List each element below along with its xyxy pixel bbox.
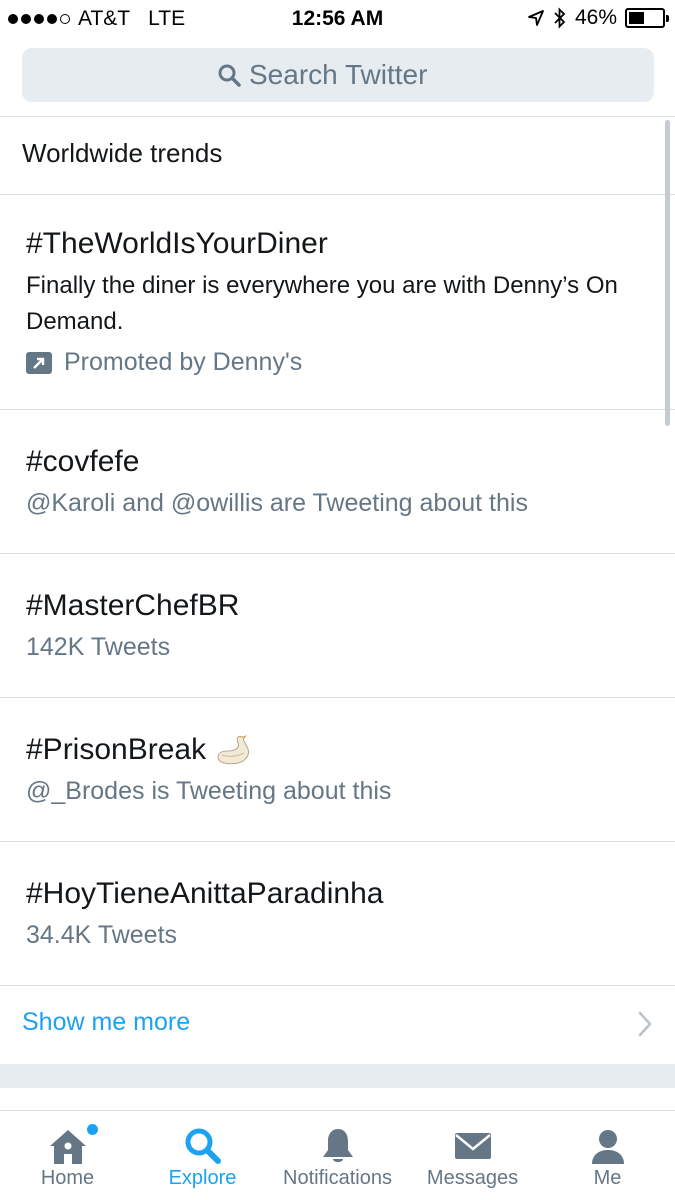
search-icon: [185, 1128, 221, 1164]
home-icon: [49, 1130, 86, 1164]
divider: [0, 116, 675, 117]
trend-name: #covfefe: [26, 445, 140, 478]
divider: [0, 553, 675, 554]
trend-item[interactable]: #covfefe @Karoli and @owillis are Tweeti…: [26, 444, 646, 518]
tab-label: Messages: [426, 1167, 519, 1189]
person-icon: [591, 1130, 624, 1164]
trend-name: #HoyTieneAnittaParadinha: [26, 877, 384, 910]
promoted-label: Promoted by Denny's: [26, 348, 646, 377]
carrier-name: AT&T: [78, 7, 131, 30]
section-separator: [0, 1064, 675, 1088]
promoted-icon: [26, 351, 52, 374]
scrollbar[interactable]: [665, 120, 670, 426]
swan-icon: [217, 735, 250, 765]
divider: [0, 194, 675, 195]
search-bar[interactable]: [22, 48, 654, 102]
status-right: 46%: [527, 6, 669, 30]
trend-description: Finally the diner is everywhere you are …: [26, 272, 618, 335]
trend-name-row: #PrisonBreak: [26, 732, 646, 768]
trend-item[interactable]: #PrisonBreak @_Brodes is Tweeting about …: [26, 732, 646, 806]
tab-messages[interactable]: Messages: [405, 1111, 540, 1200]
trend-name: #PrisonBreak: [26, 733, 207, 766]
tab-explore[interactable]: Explore: [135, 1111, 270, 1200]
status-bar: AT&T LTE 12:56 AM 46%: [0, 0, 675, 38]
trend-item[interactable]: #HoyTieneAnittaParadinha 34.4K Tweets: [26, 876, 646, 950]
trend-meta: 142K Tweets: [26, 633, 171, 661]
chevron-right-icon[interactable]: [637, 1010, 653, 1038]
tab-label: Me: [593, 1167, 622, 1189]
signal-strength-icon: [8, 14, 70, 24]
tab-label: Notifications: [283, 1167, 392, 1189]
trend-meta: @Karoli and @owillis are Tweeting about …: [26, 489, 528, 517]
tab-home[interactable]: Home: [0, 1111, 135, 1200]
tab-label: Home: [40, 1167, 95, 1189]
trend-item[interactable]: #TheWorldIsYourDiner Finally the diner i…: [26, 226, 646, 377]
battery-icon: [625, 8, 669, 28]
trend-name: #TheWorldIsYourDiner: [26, 227, 328, 260]
show-more-link[interactable]: Show me more: [22, 1008, 190, 1037]
promoted-text: Promoted by Denny's: [64, 348, 303, 376]
trend-name: #MasterChefBR: [26, 589, 240, 622]
bell-icon: [322, 1129, 353, 1162]
divider: [0, 697, 675, 698]
section-title: Worldwide trends: [22, 138, 223, 168]
notification-dot: [87, 1124, 98, 1135]
battery-fill: [629, 12, 644, 24]
tab-bar: Home Explore Notifications Messages Me: [0, 1110, 675, 1200]
trend-meta: @_Brodes is Tweeting about this: [26, 777, 392, 805]
trend-meta: 34.4K Tweets: [26, 921, 178, 949]
network-type: LTE: [148, 7, 186, 30]
divider: [0, 985, 675, 986]
explore-screen: AT&T LTE 12:56 AM 46% Search Twitter Wor…: [0, 0, 675, 1200]
trend-item[interactable]: #MasterChefBR 142K Tweets: [26, 588, 646, 662]
bluetooth-icon: [554, 7, 566, 29]
tab-me[interactable]: Me: [540, 1111, 675, 1200]
tab-label: Explore: [168, 1167, 237, 1189]
search-input[interactable]: [249, 59, 459, 91]
battery-percent: 46%: [574, 6, 617, 29]
location-arrow-icon: [528, 10, 544, 26]
divider: [0, 409, 675, 410]
envelope-icon: [454, 1133, 491, 1159]
divider: [0, 841, 675, 842]
tab-notifications[interactable]: Notifications: [270, 1111, 405, 1200]
search-icon: [218, 64, 241, 87]
status-left: AT&T LTE: [8, 7, 185, 31]
